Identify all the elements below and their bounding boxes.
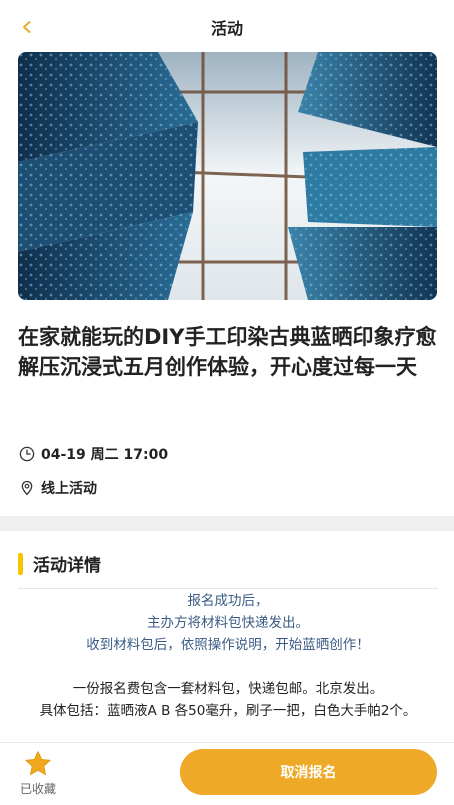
event-title: 在家就能玩的DIY手工印染古典蓝晒印象疗愈解压沉浸式五月创作体验，开心度过每一天 bbox=[18, 325, 437, 379]
section-divider-band bbox=[0, 516, 454, 531]
event-cover-image bbox=[18, 52, 437, 300]
details-line: 主办方将材料包快递发出。 bbox=[147, 615, 309, 631]
section-accent-bar bbox=[18, 552, 23, 575]
details-spacer bbox=[18, 656, 438, 678]
details-line: 一份报名费包含一套材料包，快递包邮。北京发出。 bbox=[72, 681, 384, 697]
details-line: 报名成功后， bbox=[187, 593, 269, 609]
cancel-registration-button[interactable]: 取消报名 bbox=[180, 749, 437, 795]
event-location-text: 线上活动 bbox=[41, 481, 97, 497]
favorite-button[interactable]: 已收藏 bbox=[12, 749, 64, 801]
details-body: 报名成功后， 主办方将材料包快递发出。 收到材料包后，依照操作说明，开始蓝晒创作… bbox=[18, 590, 438, 742]
event-time-text: 04-19 周二 17:00 bbox=[41, 447, 169, 463]
clock-icon bbox=[18, 445, 36, 463]
event-time: 04-19 周二 17:00 bbox=[18, 444, 168, 464]
details-section-header: 活动详情 bbox=[18, 551, 101, 576]
details-line: 具体包括：蓝晒液A B 各50毫升，刷子一把，白色大手帕2个。 bbox=[39, 703, 417, 719]
star-icon bbox=[25, 751, 51, 775]
details-divider bbox=[18, 588, 438, 589]
bottom-action-bar: 已收藏 取消报名 bbox=[0, 742, 454, 805]
details-line: 收到材料包后，依照操作说明，开始蓝晒创作！ bbox=[86, 637, 370, 653]
top-bar: 活动 bbox=[0, 0, 454, 52]
details-heading: 活动详情 bbox=[33, 556, 101, 576]
favorite-label: 已收藏 bbox=[19, 782, 56, 796]
page-title: 活动 bbox=[210, 19, 243, 38]
location-pin-icon bbox=[18, 479, 36, 497]
event-location: 线上活动 bbox=[18, 478, 97, 498]
